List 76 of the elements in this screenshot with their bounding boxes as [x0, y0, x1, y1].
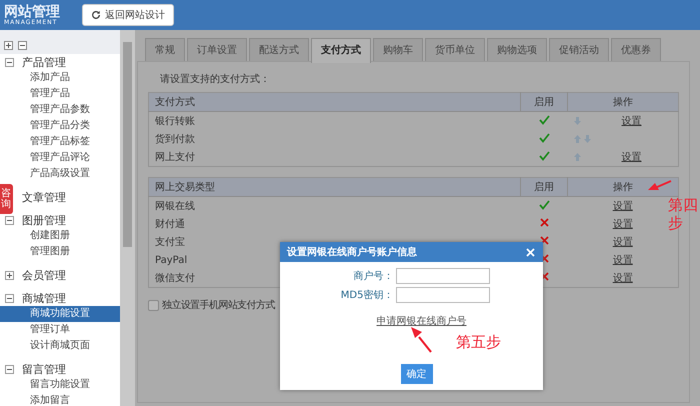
settings-link[interactable]: 设置: [622, 150, 642, 164]
sidebar-item[interactable]: 创建图册: [0, 228, 120, 244]
sidebar-item[interactable]: 管理产品: [0, 86, 120, 102]
column-header: 操作: [568, 92, 678, 112]
settings-link[interactable]: 设置: [612, 237, 633, 248]
input-field[interactable]: [396, 268, 490, 284]
tab[interactable]: 配送方式: [249, 38, 309, 61]
column-header: 支付方式: [148, 92, 520, 112]
annotation-text: 第五步: [456, 333, 501, 352]
sidebar-group[interactable]: 商城管理: [22, 290, 66, 306]
sidebar-item[interactable]: 管理产品标签: [0, 134, 120, 150]
close-icon[interactable]: [526, 248, 535, 256]
tab[interactable]: 购物选项: [487, 38, 547, 61]
sidebar-item[interactable]: 添加留言: [0, 393, 120, 406]
settings-link[interactable]: 设置: [612, 219, 633, 230]
sidebar-item[interactable]: 产品高级设置: [0, 166, 120, 182]
checkbox[interactable]: [148, 300, 159, 310]
field-label: 商户号：: [352, 270, 394, 283]
sidebar-group[interactable]: 图册管理: [22, 212, 66, 228]
refresh-icon: [91, 10, 101, 20]
tab[interactable]: 购物车: [373, 38, 423, 61]
collapse-icon[interactable]: [5, 216, 14, 224]
table-cell: 货到付款: [155, 134, 195, 145]
column-header: 操作: [568, 178, 678, 196]
tab[interactable]: 促销活动: [549, 38, 609, 61]
tab[interactable]: 优惠券: [611, 38, 661, 61]
sidebar-item[interactable]: 设计商城页面: [0, 338, 120, 354]
table-cell: 微信支付: [155, 273, 195, 284]
tab[interactable]: 常规: [145, 38, 185, 61]
tab[interactable]: 支付方式: [311, 38, 371, 63]
sidebar-item[interactable]: 管理订单: [0, 322, 120, 338]
collapse-icon[interactable]: [5, 294, 14, 302]
annotation-arrow: [648, 180, 672, 192]
back-button[interactable]: 返回网站设计: [82, 4, 174, 26]
sidebar-item[interactable]: 管理图册: [0, 244, 120, 260]
dialog-title: 设置网银在线商户号账户信息: [287, 245, 417, 259]
collapse-all-icon[interactable]: [18, 41, 27, 50]
table-cell: PayPal: [155, 254, 188, 266]
sidebar-item[interactable]: 添加产品: [0, 70, 120, 86]
settings-link[interactable]: 设置: [612, 273, 633, 284]
settings-link[interactable]: 设置: [622, 114, 642, 128]
checkbox-label[interactable]: 独立设置手机网站支付方式: [162, 298, 275, 312]
collapse-icon[interactable]: [5, 364, 14, 374]
field-label: MD5密钥：: [340, 288, 394, 302]
table-cell: 银行转账: [155, 116, 195, 127]
table-cell: 网银在线: [155, 201, 195, 212]
sidebar-group[interactable]: 文章管理: [22, 190, 66, 204]
table-cell: 网上支付: [155, 152, 195, 163]
input-field[interactable]: [396, 287, 490, 303]
collapse-icon[interactable]: [5, 58, 14, 66]
sidebar-item[interactable]: 留言功能设置: [0, 377, 120, 393]
sidebar-item[interactable]: 管理产品评论: [0, 150, 120, 166]
consult-tab[interactable]: 咨询: [0, 184, 13, 214]
scrollbar[interactable]: [120, 30, 135, 406]
sidebar-group[interactable]: 产品管理: [22, 54, 66, 70]
table-cell: 支付宝: [155, 237, 185, 248]
sidebar-group[interactable]: 留言管理: [22, 362, 66, 376]
table-cell: 财付通: [155, 219, 185, 230]
expand-all-icon[interactable]: [4, 41, 13, 50]
column-header: 启用: [520, 92, 568, 112]
settings-link[interactable]: 设置: [612, 201, 633, 212]
sidebar-item[interactable]: 管理产品分类: [0, 118, 120, 134]
annotation-text: 第四步: [668, 196, 699, 232]
column-header: 网上交易类型: [148, 178, 520, 196]
column-header: 启用: [520, 178, 568, 196]
annotation-arrow: [411, 327, 433, 353]
tab[interactable]: 订单设置: [187, 38, 247, 61]
sidebar-item[interactable]: 管理产品参数: [0, 102, 120, 118]
sidebar-group[interactable]: 会员管理: [22, 268, 66, 282]
tab[interactable]: 货币单位: [425, 38, 485, 61]
sidebar-item[interactable]: 商城功能设置: [0, 306, 120, 322]
apply-link[interactable]: 申请网银在线商户号: [376, 314, 466, 328]
settings-link[interactable]: 设置: [612, 255, 633, 266]
prompt-text: 请设置支持的支付方式：: [160, 72, 271, 86]
logo-title: 网站管理: [4, 4, 60, 18]
expand-icon[interactable]: [5, 270, 14, 280]
